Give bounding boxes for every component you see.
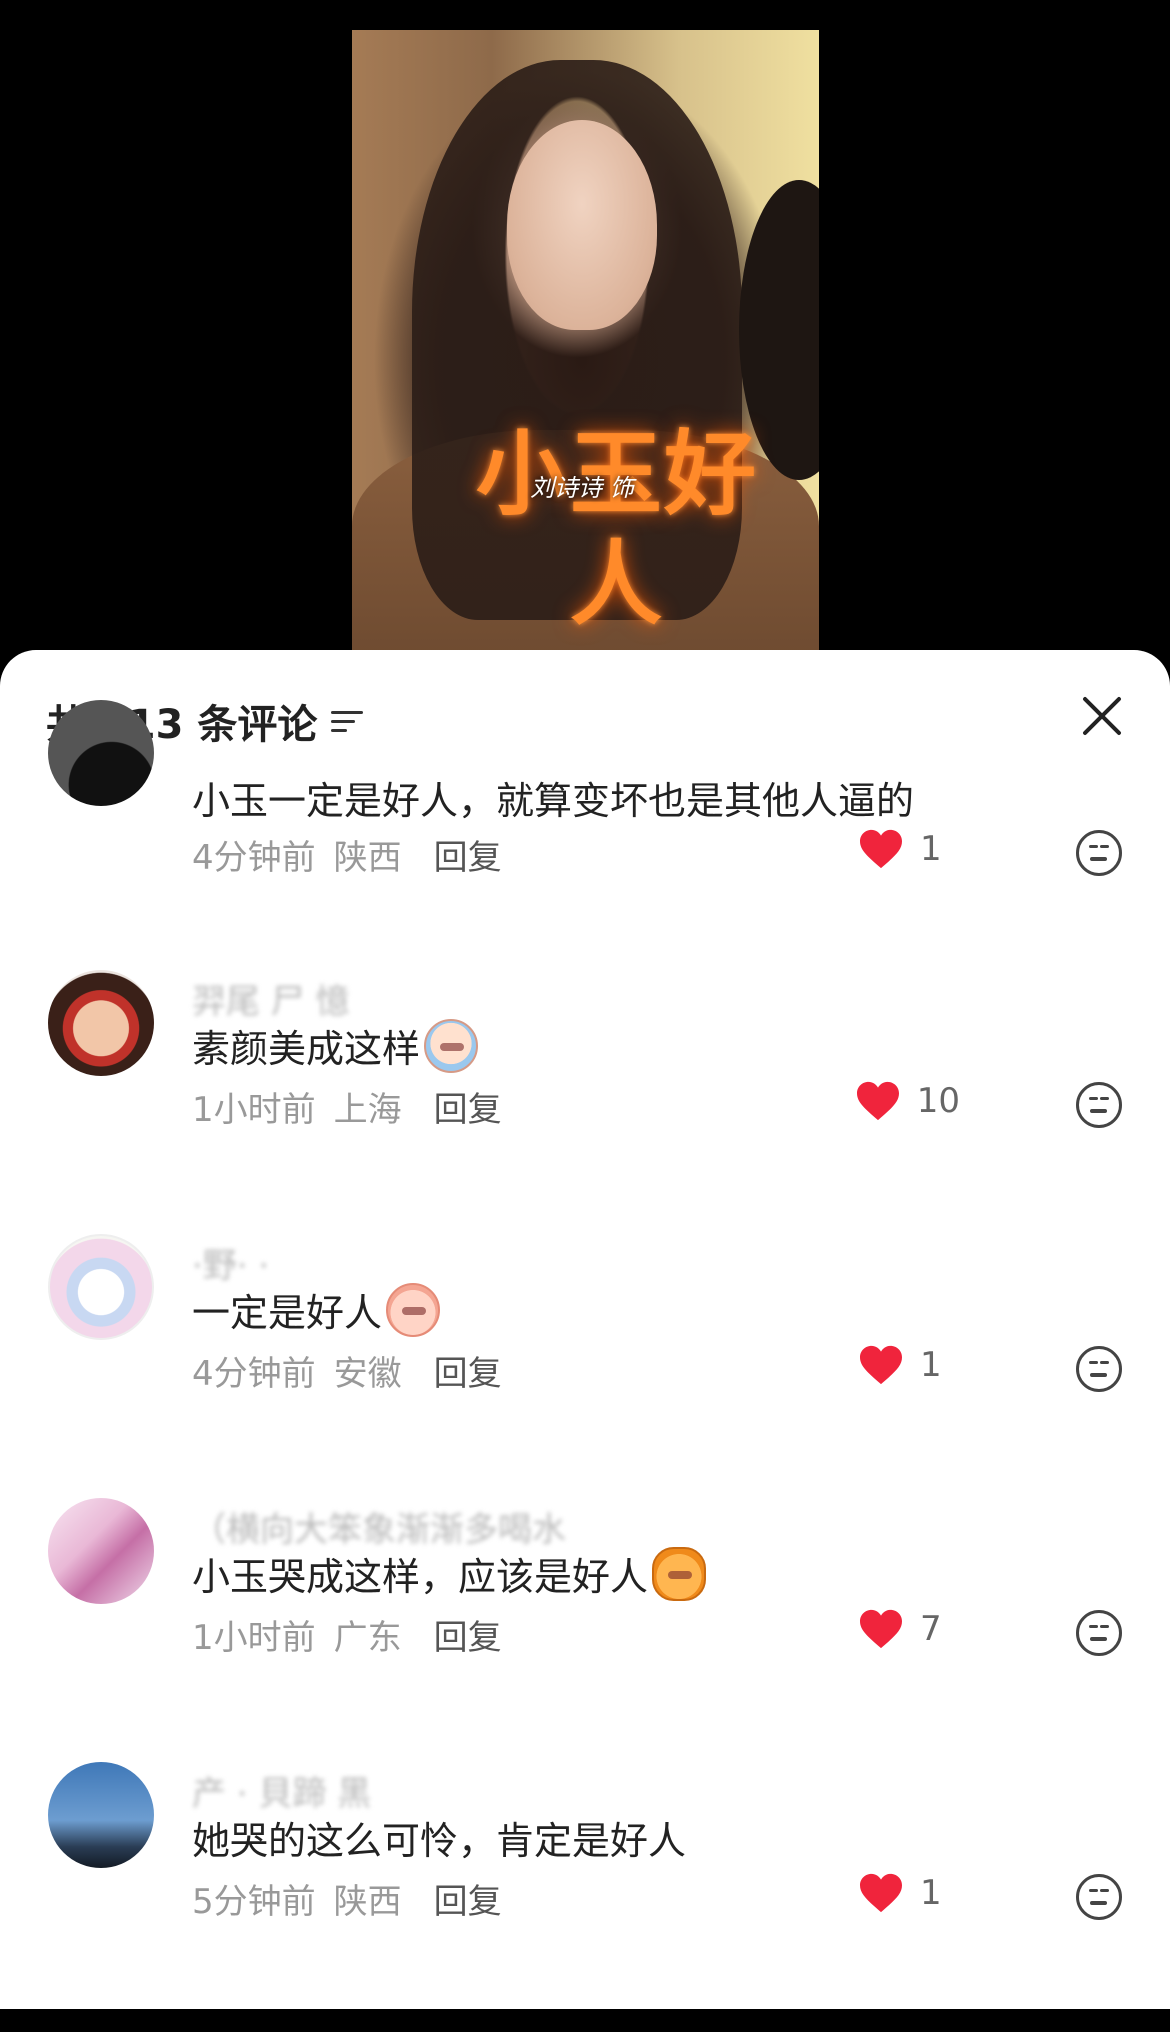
like-count: 10 bbox=[916, 1081, 960, 1121]
heart-icon bbox=[860, 1609, 902, 1649]
video-overlay-subtitle: 刘诗诗 饰 bbox=[530, 474, 634, 502]
like-count: 1 bbox=[920, 829, 942, 869]
comment-username[interactable]: 产 · 貝蹄 黑 bbox=[192, 1766, 371, 1815]
avatar[interactable] bbox=[48, 700, 154, 806]
video-frame[interactable]: 小玉好人 刘诗诗 饰 bbox=[352, 30, 819, 650]
like-button[interactable]: 1 bbox=[858, 1872, 960, 1914]
comment-meta: 4分钟前 陕西 回复 bbox=[192, 830, 502, 879]
video-figure-face bbox=[507, 120, 657, 330]
comment-time: 1小时前 bbox=[192, 1090, 316, 1130]
avatar[interactable] bbox=[48, 970, 154, 1076]
heart-icon bbox=[860, 829, 902, 869]
sort-icon[interactable] bbox=[331, 707, 364, 735]
comment-text[interactable]: 小玉一定是好人，就算变坏也是其他人逼的 bbox=[192, 770, 914, 825]
close-icon[interactable] bbox=[1080, 694, 1124, 738]
emoji-reaction-icon[interactable] bbox=[1076, 1610, 1122, 1656]
reply-button[interactable]: 回复 bbox=[434, 1874, 502, 1923]
comment-meta: 1小时前 上海 回复 bbox=[192, 1082, 502, 1131]
comment-username[interactable]: 羿尾 尸 憶 bbox=[192, 974, 350, 1023]
heart-icon bbox=[860, 1873, 902, 1913]
comment-text-content: 一定是好人 bbox=[192, 1291, 383, 1335]
comment-text-content: 素颜美成这样 bbox=[192, 1027, 421, 1071]
comment-time: 1小时前 bbox=[192, 1618, 316, 1658]
heart-icon bbox=[856, 1081, 899, 1121]
comment-location: 上海 bbox=[333, 1090, 402, 1130]
comment-text[interactable]: 她哭的这么可怜，肯定是好人 bbox=[192, 1810, 686, 1865]
comment-time: 5分钟前 bbox=[192, 1882, 316, 1922]
like-count: 7 bbox=[920, 1609, 942, 1649]
comment-time: 4分钟前 bbox=[192, 1354, 316, 1394]
comment-username[interactable]: ·野· · bbox=[192, 1238, 269, 1287]
like-button[interactable]: 10 bbox=[855, 1080, 960, 1122]
comment-sheet-header: 共 113 条评论 bbox=[0, 650, 1170, 770]
crying-cat-sticker-icon bbox=[652, 1546, 707, 1601]
like-button[interactable]: 1 bbox=[858, 828, 960, 870]
reply-button[interactable]: 回复 bbox=[434, 1346, 502, 1395]
comment-meta: 1小时前 广东 回复 bbox=[192, 1610, 502, 1659]
emoji-reaction-icon[interactable] bbox=[1076, 1346, 1122, 1392]
like-button[interactable]: 1 bbox=[858, 1344, 960, 1386]
like-count: 1 bbox=[920, 1345, 942, 1385]
video-overlay-title: 小玉好人 刘诗诗 饰 bbox=[452, 420, 782, 638]
comment-sheet: 共 113 条评论 小玉一定是好人，就算变坏也是其他人逼的 4分钟前 陕西 回复… bbox=[0, 650, 1170, 2009]
comment-item: ·野· · 一定是好人 4分钟前 安徽 回复 1 bbox=[0, 1234, 1170, 1504]
comment-username[interactable]: （横向大笨象渐渐多喝水 bbox=[192, 1502, 566, 1551]
heart-icon bbox=[860, 1345, 902, 1385]
reply-button[interactable]: 回复 bbox=[434, 1610, 502, 1659]
reply-button[interactable]: 回复 bbox=[434, 1082, 502, 1131]
comment-text-content: 小玉哭成这样，应该是好人 bbox=[192, 1555, 649, 1599]
comment-location: 广东 bbox=[333, 1618, 402, 1658]
comment-location: 陕西 bbox=[333, 1882, 402, 1922]
emoji-reaction-icon[interactable] bbox=[1076, 830, 1122, 876]
comment-location: 安徽 bbox=[333, 1354, 402, 1394]
comment-text[interactable]: 素颜美成这样 bbox=[192, 1018, 479, 1073]
avatar[interactable] bbox=[48, 1234, 154, 1340]
video-player[interactable]: 小玉好人 刘诗诗 饰 bbox=[0, 0, 1170, 660]
comment-meta: 5分钟前 陕西 回复 bbox=[192, 1874, 502, 1923]
comment-meta: 4分钟前 安徽 回复 bbox=[192, 1346, 502, 1395]
avatar[interactable] bbox=[48, 1498, 154, 1604]
like-button[interactable]: 7 bbox=[858, 1608, 960, 1650]
comment-item: （横向大笨象渐渐多喝水 小玉哭成这样，应该是好人 1小时前 广东 回复 7 bbox=[0, 1498, 1170, 1768]
comment-text[interactable]: 小玉哭成这样，应该是好人 bbox=[192, 1546, 707, 1601]
reply-button[interactable]: 回复 bbox=[434, 830, 502, 879]
comment-text-content: 她哭的这么可怜，肯定是好人 bbox=[192, 1819, 687, 1863]
avatar[interactable] bbox=[48, 1762, 154, 1868]
like-count: 1 bbox=[920, 1873, 942, 1913]
emoji-reaction-icon[interactable] bbox=[1076, 1874, 1122, 1920]
video-overlay-big-text: 小玉好人 bbox=[475, 421, 758, 638]
comment-location: 陕西 bbox=[333, 838, 402, 878]
emoji-reaction-icon[interactable] bbox=[1076, 1082, 1122, 1128]
crying-sticker-icon bbox=[424, 1018, 479, 1073]
comment-text[interactable]: 一定是好人 bbox=[192, 1282, 441, 1337]
comment-item: 产 · 貝蹄 黑 她哭的这么可怜，肯定是好人 5分钟前 陕西 回复 1 bbox=[0, 1762, 1170, 2032]
peach-sticker-icon bbox=[386, 1282, 441, 1337]
comment-time: 4分钟前 bbox=[192, 838, 316, 878]
comment-item: 羿尾 尸 憶 素颜美成这样 1小时前 上海 回复 10 bbox=[0, 970, 1170, 1240]
comment-text-content: 小玉一定是好人，就算变坏也是其他人逼的 bbox=[192, 779, 915, 823]
